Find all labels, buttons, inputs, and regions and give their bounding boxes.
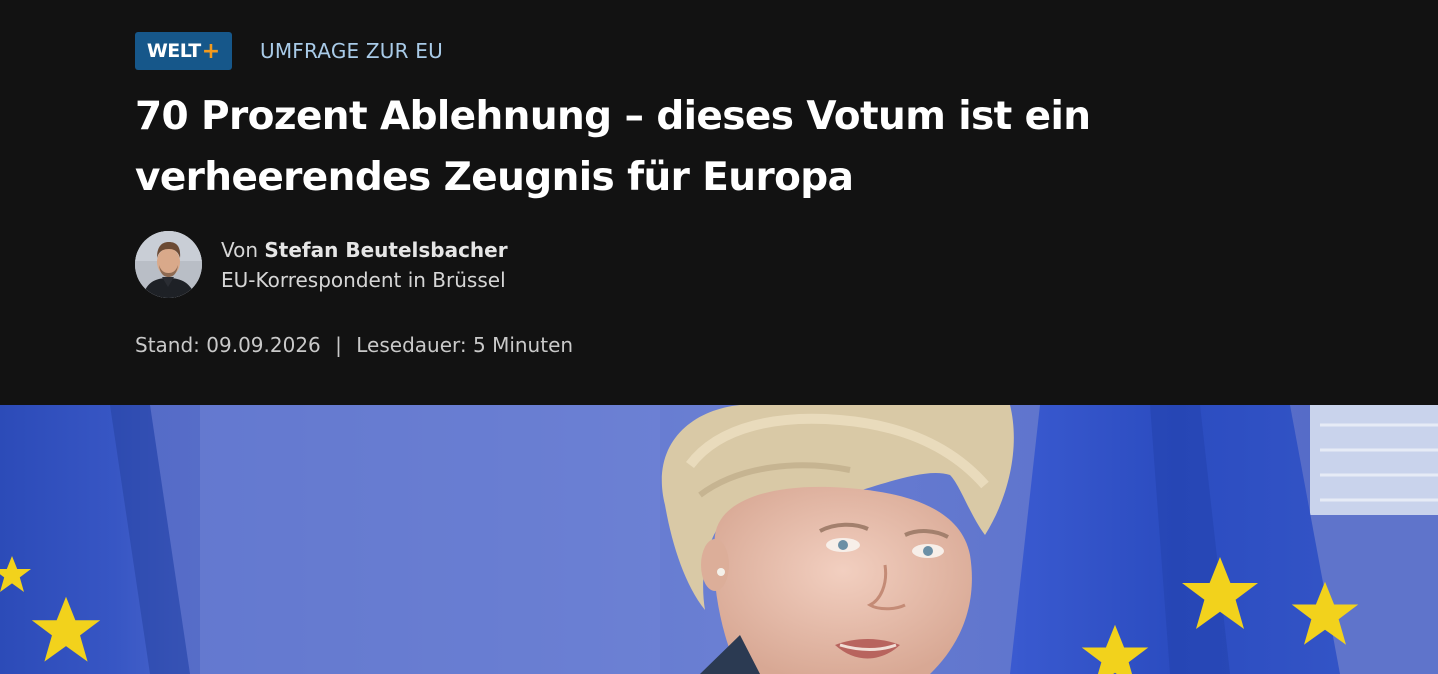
article-meta: Stand: 09.09.2026 | Lesedauer: 5 Minuten — [135, 330, 573, 360]
hero-image[interactable] — [0, 405, 1438, 674]
article-headline: 70 Prozent Ablehnung – dieses Votum ist … — [135, 94, 1091, 200]
topic-kicker[interactable]: UMFRAGE ZUR EU — [260, 39, 443, 63]
stand-label: Stand: — [135, 333, 200, 357]
kicker-row: WELT + UMFRAGE ZUR EU — [135, 32, 443, 70]
author-info: Von Stefan Beutelsbacher EU-Korresponden… — [221, 235, 508, 295]
badge-brand: WELT — [146, 40, 201, 62]
author-role: EU-Korrespondent in Brüssel — [221, 267, 506, 292]
author-avatar[interactable] — [135, 231, 202, 298]
badge-plus: + — [201, 38, 221, 64]
welt-plus-badge[interactable]: WELT + — [135, 32, 232, 70]
author-byline: Von Stefan Beutelsbacher — [221, 235, 508, 265]
author-name-link[interactable]: Stefan Beutelsbacher — [264, 238, 507, 262]
hero-photo-icon — [0, 405, 1438, 674]
reading-time-value: 5 Minuten — [472, 333, 574, 357]
publish-date: 09.09.2026 — [206, 333, 321, 357]
meta-separator: | — [335, 333, 342, 357]
author-row: Von Stefan Beutelsbacher EU-Korresponden… — [135, 231, 508, 298]
author-portrait-icon — [135, 231, 202, 298]
article-header: WELT + UMFRAGE ZUR EU 70 Prozent Ablehnun… — [0, 0, 1438, 405]
reading-time-label: Lesedauer: — [356, 333, 467, 357]
author-prefix: Von — [221, 237, 259, 262]
